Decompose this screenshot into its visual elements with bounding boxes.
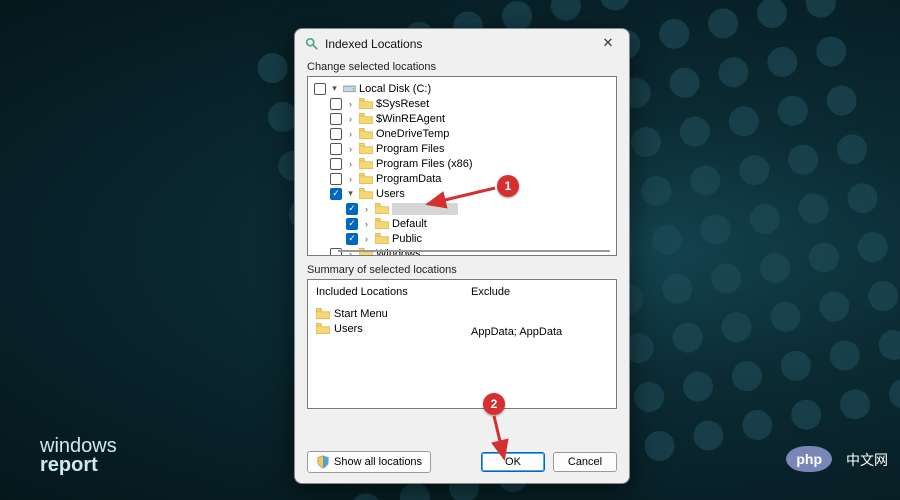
tree-scrollbar[interactable]: [338, 250, 610, 252]
included-column: Included Locations Start Menu Users: [316, 286, 453, 402]
tree-item[interactable]: ✓▾ Users: [310, 186, 614, 201]
tree-label: Public: [392, 233, 422, 245]
tree-label: ProgramData: [376, 173, 441, 185]
dialog-title: Indexed Locations: [325, 37, 595, 51]
tree-item[interactable]: › Program Files (x86): [310, 156, 614, 171]
checkbox-icon[interactable]: ✓: [346, 218, 358, 230]
annotation-badge-2: 2: [483, 393, 505, 415]
chevron-right-icon[interactable]: ›: [361, 218, 372, 229]
tree-label-redacted: XXX: [392, 203, 458, 215]
checkbox-icon[interactable]: [314, 83, 326, 95]
chevron-right-icon[interactable]: ›: [345, 158, 356, 169]
summary-box: Included Locations Start Menu Users Exclu…: [307, 279, 617, 409]
tree-item[interactable]: › OneDriveTemp: [310, 126, 614, 141]
chevron-right-icon[interactable]: ›: [345, 128, 356, 139]
included-item[interactable]: Start Menu: [316, 306, 453, 321]
exclude-header: Exclude: [471, 286, 608, 298]
indexed-locations-dialog: Indexed Locations ✕ Change selected loca…: [294, 28, 630, 484]
checkbox-icon[interactable]: [330, 98, 342, 110]
watermark-php: php: [786, 446, 832, 472]
tree-item[interactable]: › ProgramData: [310, 171, 614, 186]
drive-icon: [343, 83, 356, 94]
checkbox-icon[interactable]: [330, 158, 342, 170]
tree-item[interactable]: ✓› Public: [310, 231, 614, 246]
chevron-right-icon[interactable]: ›: [345, 173, 356, 184]
dialog-footer: Show all locations OK Cancel: [295, 445, 629, 483]
ok-button[interactable]: OK: [481, 452, 545, 472]
included-item[interactable]: Users: [316, 321, 453, 336]
exclude-column: Exclude AppData; AppData: [471, 286, 608, 402]
tree-item[interactable]: ✓› Default: [310, 216, 614, 231]
show-all-locations-button[interactable]: Show all locations: [307, 451, 431, 473]
watermark-windowsreport: windowsreport: [40, 437, 117, 475]
close-button[interactable]: ✕: [595, 35, 621, 53]
tree-label: Default: [392, 218, 427, 230]
tree-label: Users: [376, 188, 405, 200]
locations-tree[interactable]: ▾ Local Disk (C:) › $SysReset › $WinREAgent…: [307, 76, 617, 256]
annotation-badge-1: 1: [497, 175, 519, 197]
included-label: Users: [334, 323, 363, 335]
titlebar[interactable]: Indexed Locations ✕: [295, 29, 629, 57]
indexing-icon: [305, 37, 319, 51]
checkbox-icon[interactable]: [330, 113, 342, 125]
summary-group: Summary of selected locations Included L…: [307, 264, 617, 409]
cancel-button[interactable]: Cancel: [553, 452, 617, 472]
chevron-right-icon[interactable]: ›: [345, 98, 356, 109]
change-locations-group: Change selected locations ▾ Local Disk (…: [307, 61, 617, 256]
tree-item[interactable]: ✓› XXX: [310, 201, 614, 216]
chevron-down-icon[interactable]: ▾: [329, 83, 340, 94]
tree-label: $SysReset: [376, 98, 429, 110]
exclude-text: AppData; AppData: [471, 326, 608, 338]
included-header: Included Locations: [316, 286, 453, 298]
chevron-right-icon[interactable]: ›: [361, 233, 372, 244]
tree-item[interactable]: › $WinREAgent: [310, 111, 614, 126]
tree-label: Local Disk (C:): [359, 83, 431, 95]
chevron-right-icon[interactable]: ›: [345, 113, 356, 124]
checkbox-icon[interactable]: [330, 173, 342, 185]
tree-label: OneDriveTemp: [376, 128, 449, 140]
checkbox-icon[interactable]: ✓: [346, 233, 358, 245]
chevron-right-icon[interactable]: ›: [345, 143, 356, 154]
tree-root-local-disk[interactable]: ▾ Local Disk (C:): [310, 81, 614, 96]
tree-label: Program Files: [376, 143, 444, 155]
included-label: Start Menu: [334, 308, 388, 320]
change-locations-label: Change selected locations: [307, 61, 617, 73]
checkbox-icon[interactable]: ✓: [330, 188, 342, 200]
tree-item[interactable]: › Program Files: [310, 141, 614, 156]
tree-item[interactable]: › $SysReset: [310, 96, 614, 111]
watermark-cn: 中文网: [846, 450, 888, 470]
tree-label: $WinREAgent: [376, 113, 445, 125]
shield-icon: [316, 455, 330, 469]
checkbox-icon[interactable]: [330, 143, 342, 155]
chevron-down-icon[interactable]: ▾: [345, 188, 356, 199]
show-all-label: Show all locations: [334, 456, 422, 468]
summary-label: Summary of selected locations: [307, 264, 617, 276]
checkbox-icon[interactable]: [330, 128, 342, 140]
checkbox-icon[interactable]: ✓: [346, 203, 358, 215]
chevron-right-icon[interactable]: ›: [361, 203, 372, 214]
tree-label: Program Files (x86): [376, 158, 473, 170]
